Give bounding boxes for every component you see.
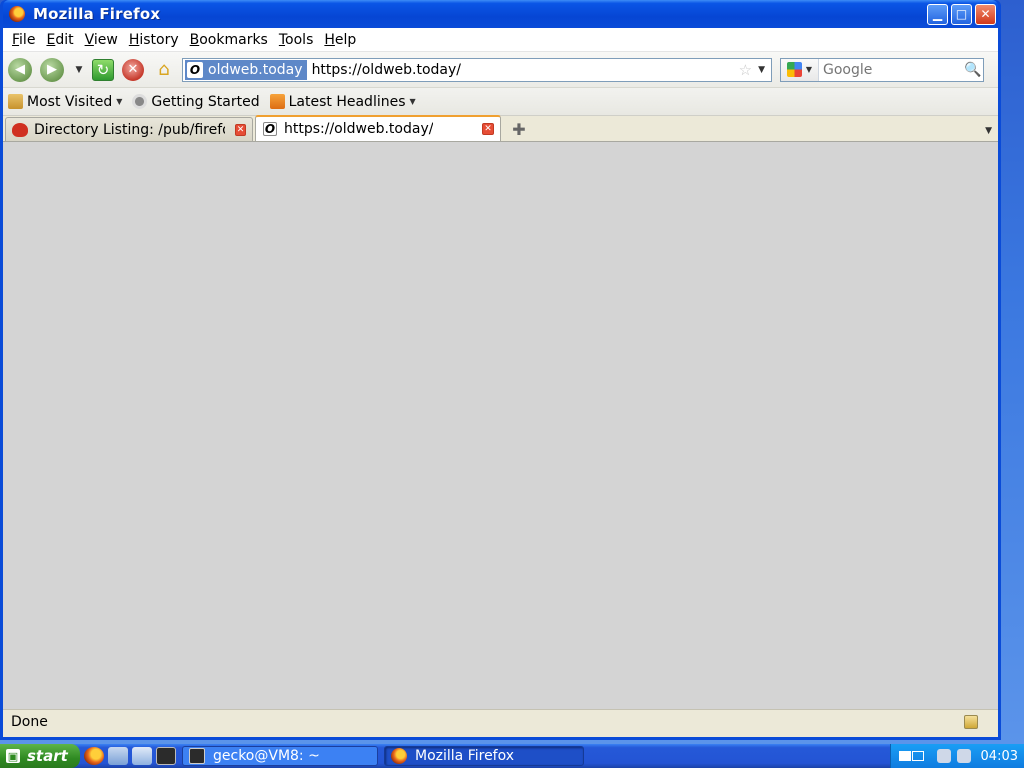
- search-bar: ▼ 🔍: [780, 57, 984, 82]
- window-title: Mozilla Firefox: [33, 5, 161, 23]
- start-label: start: [27, 747, 68, 765]
- menu-view[interactable]: View: [81, 32, 122, 48]
- menu-bar: File Edit View History Bookmarks Tools H…: [3, 28, 998, 52]
- reload-icon: ↻: [96, 60, 110, 79]
- close-button[interactable]: ✕: [975, 3, 996, 25]
- menu-history[interactable]: History: [125, 32, 183, 48]
- taskbar: ▣ start gecko@VM8: ~ Mozilla Firefox 04:…: [0, 744, 1024, 768]
- minimize-button[interactable]: ▁: [927, 3, 948, 25]
- bookmark-star-icon[interactable]: ☆: [739, 61, 752, 79]
- workspace-1[interactable]: [898, 751, 911, 761]
- tab-close-icon[interactable]: ✕: [482, 123, 494, 135]
- back-button[interactable]: ◀: [8, 57, 32, 82]
- browser-client: File Edit View History Bookmarks Tools H…: [3, 28, 998, 737]
- menu-tools[interactable]: Tools: [275, 32, 318, 48]
- title-bar[interactable]: Mozilla Firefox ▁ □ ✕: [3, 0, 998, 28]
- new-tab-button[interactable]: ✚: [509, 119, 529, 139]
- forward-button[interactable]: ▶: [40, 57, 64, 82]
- back-arrow-icon: ◀: [15, 62, 25, 77]
- terminal-icon: [189, 748, 205, 764]
- bookmarks-toolbar: Most Visited ▼ Getting Started Latest He…: [3, 88, 998, 116]
- menu-bookmarks[interactable]: Bookmarks: [186, 32, 272, 48]
- tab-close-icon[interactable]: ✕: [234, 123, 246, 136]
- clock: 04:03: [980, 748, 1018, 764]
- tab-directory-listing[interactable]: Directory Listing: /pub/firefo… ✕: [5, 117, 253, 141]
- history-dropdown-icon[interactable]: ▼: [72, 65, 86, 75]
- chevron-down-icon: ▼: [116, 97, 123, 106]
- task-terminal[interactable]: gecko@VM8: ~: [182, 746, 378, 766]
- site-identity-button[interactable]: O oldweb.today: [185, 59, 307, 80]
- stop-button[interactable]: ✕: [122, 58, 144, 81]
- getting-started-icon: [132, 94, 148, 109]
- workspace-pager[interactable]: [898, 751, 925, 761]
- site-favicon-icon: O: [187, 61, 203, 78]
- home-button[interactable]: ⌂: [152, 59, 176, 81]
- tab-label: Directory Listing: /pub/firefo…: [34, 121, 225, 138]
- web-launcher-icon[interactable]: [132, 747, 152, 765]
- tab-favicon-icon: [12, 122, 28, 138]
- tab-bar: Directory Listing: /pub/firefo… ✕ O http…: [3, 115, 998, 142]
- start-flag-icon: ▣: [6, 749, 20, 763]
- bookmark-most-visited[interactable]: Most Visited ▼: [8, 94, 122, 110]
- identity-label: oldweb.today: [208, 61, 303, 78]
- tab-label: https://oldweb.today/: [284, 121, 434, 137]
- menu-file[interactable]: File: [8, 32, 39, 48]
- workspace-2[interactable]: [911, 751, 924, 761]
- tab-oldweb[interactable]: O https://oldweb.today/ ✕: [255, 115, 501, 141]
- url-bar[interactable]: O oldweb.today https://oldweb.today/ ☆ ▼: [182, 57, 772, 82]
- bookmark-label: Getting Started: [151, 93, 260, 110]
- firefox-launcher-icon[interactable]: [84, 747, 104, 765]
- home-icon: ⌂: [158, 59, 170, 80]
- window-controls: ▁ □ ✕: [927, 3, 996, 25]
- firefox-window: Mozilla Firefox ▁ □ ✕ File Edit View His…: [0, 0, 1001, 740]
- tab-list-dropdown-icon[interactable]: ▼: [985, 126, 992, 136]
- tab-favicon-icon: O: [263, 122, 277, 136]
- task-firefox[interactable]: Mozilla Firefox: [384, 746, 584, 766]
- stop-icon: ✕: [127, 62, 139, 77]
- navigation-toolbar: ◀ ▶ ▼ ↻ ✕ ⌂ O oldweb.today https://oldwe…: [3, 52, 998, 88]
- page-content[interactable]: [3, 142, 998, 709]
- menu-edit[interactable]: Edit: [42, 32, 77, 48]
- bookmark-latest-headlines[interactable]: Latest Headlines ▼: [269, 93, 416, 110]
- engine-dropdown-icon: ▼: [805, 65, 813, 74]
- file-manager-launcher-icon[interactable]: [108, 747, 128, 765]
- bookmark-label: Most Visited: [27, 93, 113, 110]
- search-engine-button[interactable]: ▼: [781, 58, 819, 81]
- task-label: Mozilla Firefox: [415, 748, 515, 764]
- maximize-button[interactable]: □: [951, 3, 972, 25]
- menu-help[interactable]: Help: [320, 32, 360, 48]
- rss-feed-icon: [269, 94, 285, 109]
- status-text: Done: [11, 713, 48, 730]
- search-input[interactable]: [819, 61, 963, 78]
- firefox-icon: [9, 6, 25, 22]
- system-tray: 04:03: [889, 744, 1024, 768]
- bookmark-getting-started[interactable]: Getting Started: [132, 93, 260, 110]
- task-label: gecko@VM8: ~: [213, 748, 320, 764]
- google-icon: [786, 62, 802, 77]
- search-icon[interactable]: 🔍: [963, 62, 983, 78]
- bookmark-label: Latest Headlines: [288, 93, 406, 110]
- network-icon[interactable]: [956, 749, 971, 763]
- url-dropdown-icon[interactable]: ▼: [758, 65, 765, 75]
- url-input[interactable]: https://oldweb.today/: [312, 62, 461, 78]
- start-button[interactable]: ▣ start: [0, 744, 80, 768]
- firefox-icon: [391, 748, 407, 764]
- tray-app-icon[interactable]: [936, 749, 951, 763]
- lock-icon[interactable]: [964, 714, 978, 729]
- reload-button[interactable]: ↻: [92, 58, 114, 81]
- forward-arrow-icon: ▶: [47, 62, 57, 77]
- status-bar: Done: [3, 709, 998, 733]
- folder-icon: [8, 94, 23, 109]
- terminal-launcher-icon[interactable]: [156, 747, 176, 765]
- chevron-down-icon: ▼: [409, 97, 416, 106]
